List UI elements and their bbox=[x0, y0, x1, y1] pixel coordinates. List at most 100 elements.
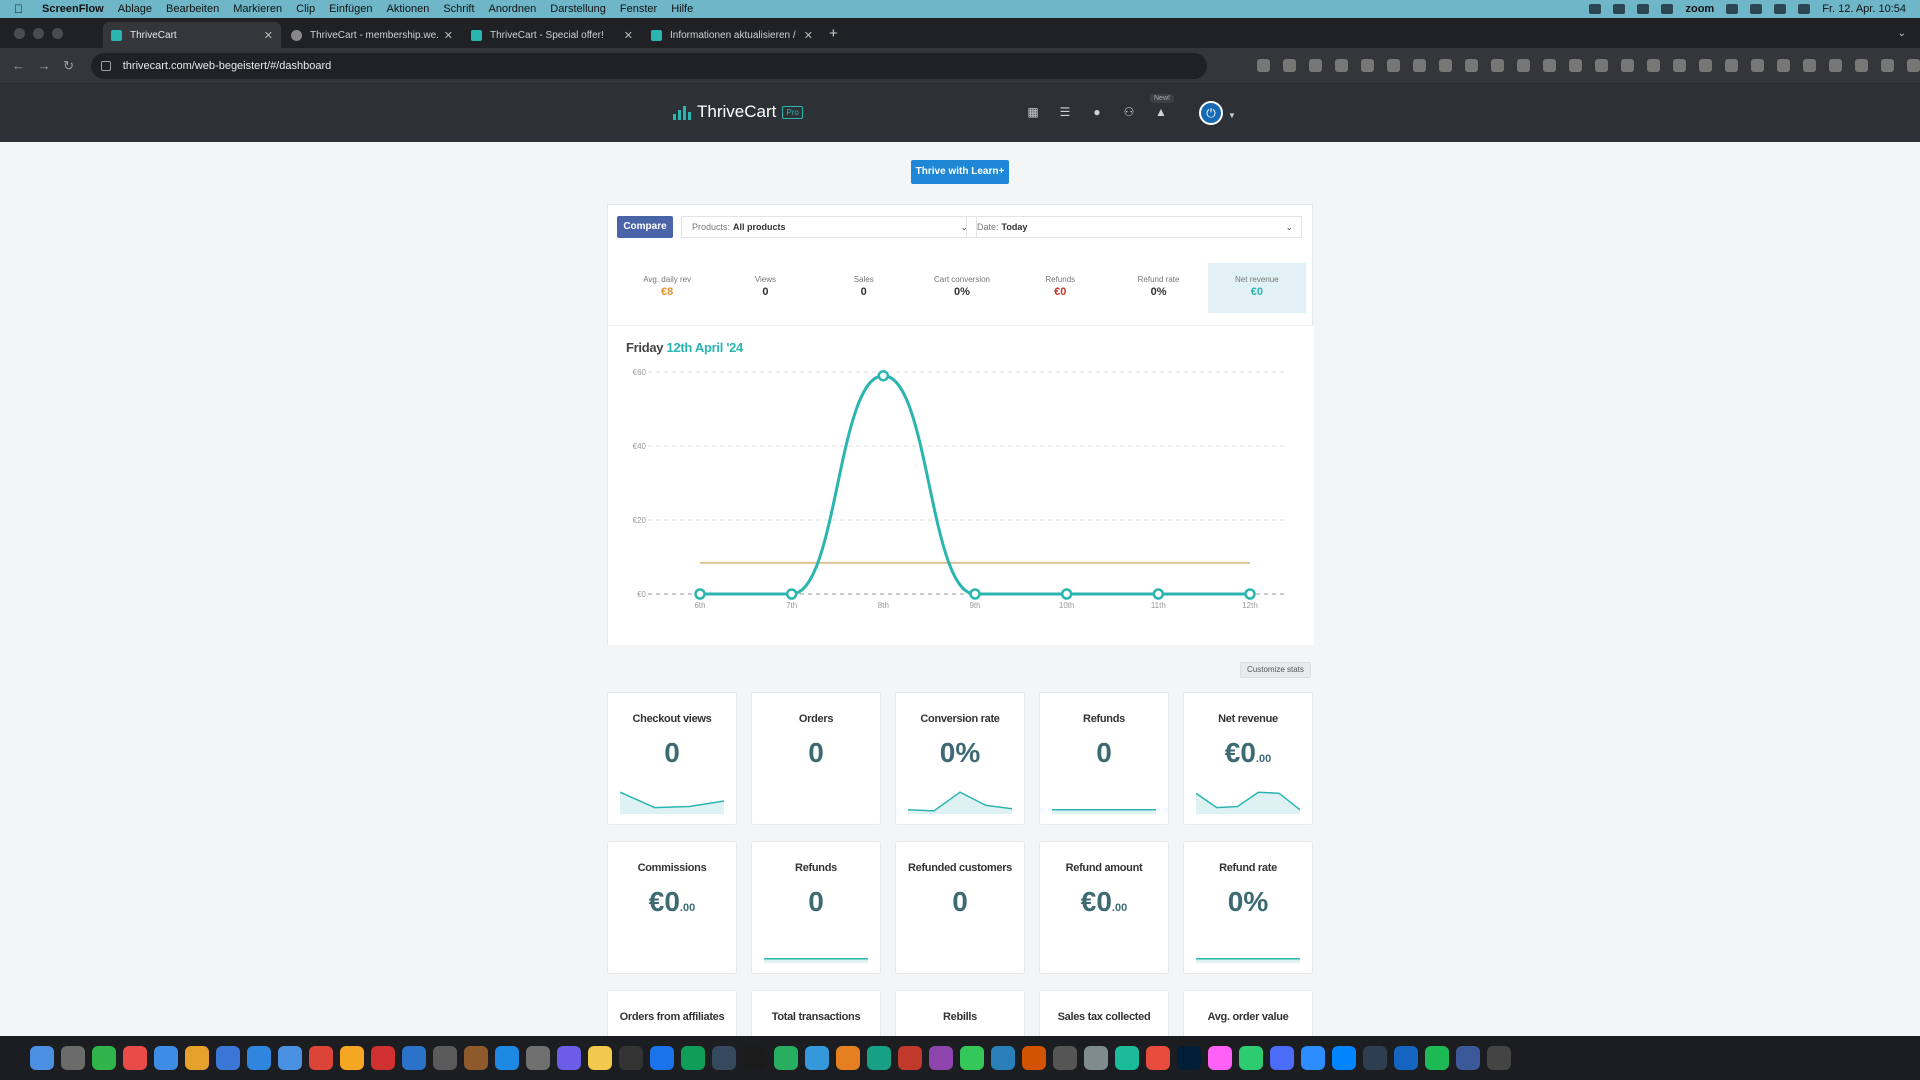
extension-icon[interactable] bbox=[1542, 59, 1556, 72]
dock-app-icon[interactable] bbox=[1270, 1046, 1294, 1070]
close-tab-icon[interactable]: ✕ bbox=[444, 29, 453, 42]
stat-card[interactable]: Conversion rate 0% bbox=[895, 692, 1025, 825]
stat-card[interactable]: Refund amount €0.00 bbox=[1039, 841, 1169, 974]
extension-icon[interactable] bbox=[1750, 59, 1764, 72]
dock-app-icon[interactable] bbox=[495, 1046, 519, 1070]
stat-card[interactable]: Avg. order value bbox=[1183, 990, 1313, 1040]
dock-app-icon[interactable] bbox=[216, 1046, 240, 1070]
control-center-icon[interactable] bbox=[1798, 4, 1811, 14]
menu-item[interactable]: Hilfe bbox=[671, 3, 693, 15]
dock-app-icon[interactable] bbox=[464, 1046, 488, 1070]
dock-app-icon[interactable] bbox=[805, 1046, 829, 1070]
extension-icon[interactable] bbox=[1360, 59, 1374, 72]
dock-app-icon[interactable] bbox=[340, 1046, 364, 1070]
bookmark-star-icon[interactable] bbox=[1282, 59, 1296, 72]
stat-refund-rate[interactable]: Refund rate 0% bbox=[1109, 263, 1207, 313]
menu-item[interactable]: Clip bbox=[296, 3, 315, 15]
close-tab-icon[interactable]: ✕ bbox=[264, 29, 273, 42]
extension-icon[interactable] bbox=[1594, 59, 1608, 72]
extension-icon[interactable] bbox=[1464, 59, 1478, 72]
menu-item[interactable]: Ablage bbox=[118, 3, 152, 15]
dock-app-icon[interactable] bbox=[1208, 1046, 1232, 1070]
browser-tab[interactable]: ThriveCart - membership.we... ✕ bbox=[283, 22, 461, 48]
extension-icon[interactable] bbox=[1802, 59, 1816, 72]
translate-icon[interactable] bbox=[1256, 59, 1270, 72]
maximize-window-button[interactable] bbox=[52, 27, 63, 39]
products-select[interactable]: Products: All products ⌄ bbox=[681, 216, 977, 238]
extension-icon[interactable] bbox=[1412, 59, 1426, 72]
reload-icon[interactable]: ↻ bbox=[63, 58, 77, 74]
menu-app-name[interactable]: ScreenFlow bbox=[42, 3, 104, 15]
screen-record-icon[interactable] bbox=[1589, 4, 1602, 14]
dock-app-icon[interactable] bbox=[1053, 1046, 1077, 1070]
stat-card[interactable]: Total transactions bbox=[751, 990, 881, 1040]
browser-tab[interactable]: ThriveCart ✕ bbox=[103, 22, 281, 48]
zoom-status[interactable]: zoom bbox=[1685, 3, 1714, 15]
dock-app-icon[interactable] bbox=[371, 1046, 395, 1070]
affiliates-icon[interactable]: ⚇ bbox=[1122, 106, 1136, 118]
stat-card[interactable]: Refunded customers 0 bbox=[895, 841, 1025, 974]
stat-refunds[interactable]: Refunds €0 bbox=[1011, 263, 1109, 313]
dock-app-icon[interactable] bbox=[1456, 1046, 1480, 1070]
browser-tab[interactable]: ThriveCart - Special offer! ✕ bbox=[463, 22, 641, 48]
site-info-icon[interactable] bbox=[100, 60, 111, 71]
thrivecart-logo[interactable]: ThriveCart Pro bbox=[673, 102, 803, 122]
data-point[interactable] bbox=[785, 588, 798, 600]
dock-app-icon[interactable] bbox=[1363, 1046, 1387, 1070]
dock-app-icon[interactable] bbox=[1394, 1046, 1418, 1070]
tab-search-icon[interactable]: ⌄ bbox=[1898, 28, 1906, 39]
dock-app-icon[interactable] bbox=[650, 1046, 674, 1070]
menu-item[interactable]: Anordnen bbox=[489, 3, 537, 15]
dock-app-icon[interactable] bbox=[557, 1046, 581, 1070]
extension-icon[interactable] bbox=[1828, 59, 1842, 72]
dock-app-icon[interactable] bbox=[278, 1046, 302, 1070]
dock-app-icon[interactable] bbox=[1177, 1046, 1201, 1070]
date-select[interactable]: Date: Today ⌄ bbox=[966, 216, 1302, 238]
dock-app-icon[interactable] bbox=[1332, 1046, 1356, 1070]
stat-card[interactable]: Orders from affiliates bbox=[607, 990, 737, 1040]
data-point[interactable] bbox=[877, 369, 890, 382]
apple-icon[interactable]:  bbox=[14, 2, 28, 16]
dashboard-icon[interactable]: ▦ bbox=[1026, 106, 1040, 118]
forward-icon[interactable]: → bbox=[38, 58, 52, 73]
close-tab-icon[interactable]: ✕ bbox=[624, 29, 633, 42]
browser-tab[interactable]: Informationen aktualisieren / ✕ bbox=[643, 22, 821, 48]
dock-app-icon[interactable] bbox=[1239, 1046, 1263, 1070]
stat-card[interactable]: Net revenue €0.00 bbox=[1183, 692, 1313, 825]
menu-item[interactable]: Darstellung bbox=[550, 3, 606, 15]
dock-app-icon[interactable] bbox=[588, 1046, 612, 1070]
dock-app-icon[interactable] bbox=[123, 1046, 147, 1070]
dock-app-icon[interactable] bbox=[61, 1046, 85, 1070]
menu-item[interactable]: Einfügen bbox=[329, 3, 372, 15]
dock-app-icon[interactable] bbox=[1084, 1046, 1108, 1070]
chevron-down-icon[interactable]: ▼ bbox=[1228, 111, 1236, 120]
menu-item[interactable]: Markieren bbox=[233, 3, 282, 15]
dock-app-icon[interactable] bbox=[1301, 1046, 1325, 1070]
stat-card[interactable]: Orders 0 bbox=[751, 692, 881, 825]
dock-app-icon[interactable] bbox=[402, 1046, 426, 1070]
gear-icon[interactable] bbox=[1661, 4, 1674, 14]
stat-avg-daily-rev[interactable]: Avg. daily rev €8 bbox=[618, 263, 716, 313]
menu-item[interactable]: Bearbeiten bbox=[166, 3, 219, 15]
dock-app-icon[interactable] bbox=[743, 1046, 767, 1070]
dock-app-icon[interactable] bbox=[185, 1046, 209, 1070]
extension-icon[interactable] bbox=[1698, 59, 1712, 72]
extension-icon[interactable] bbox=[1672, 59, 1686, 72]
dock-app-icon[interactable] bbox=[30, 1046, 54, 1070]
dock-app-icon[interactable] bbox=[154, 1046, 178, 1070]
stat-views[interactable]: Views 0 bbox=[716, 263, 814, 313]
address-bar[interactable]: thrivecart.com/web-begeistert/#/dashboar… bbox=[90, 52, 1207, 79]
menu-item[interactable]: Fenster bbox=[620, 3, 657, 15]
menu-item[interactable]: Aktionen bbox=[387, 3, 430, 15]
extension-icon[interactable] bbox=[1490, 59, 1504, 72]
menu-item[interactable]: Schrift bbox=[443, 3, 474, 15]
dock-app-icon[interactable] bbox=[1022, 1046, 1046, 1070]
dock-app-icon[interactable] bbox=[681, 1046, 705, 1070]
dock-app-icon[interactable] bbox=[898, 1046, 922, 1070]
dock-app-icon[interactable] bbox=[433, 1046, 457, 1070]
dock-app-icon[interactable] bbox=[247, 1046, 271, 1070]
data-point[interactable] bbox=[1152, 588, 1165, 600]
back-icon[interactable]: ← bbox=[12, 58, 26, 73]
browser-menu-icon[interactable] bbox=[1906, 59, 1920, 72]
menubar-clock[interactable]: Fr. 12. Apr. 10:54 bbox=[1822, 3, 1906, 15]
